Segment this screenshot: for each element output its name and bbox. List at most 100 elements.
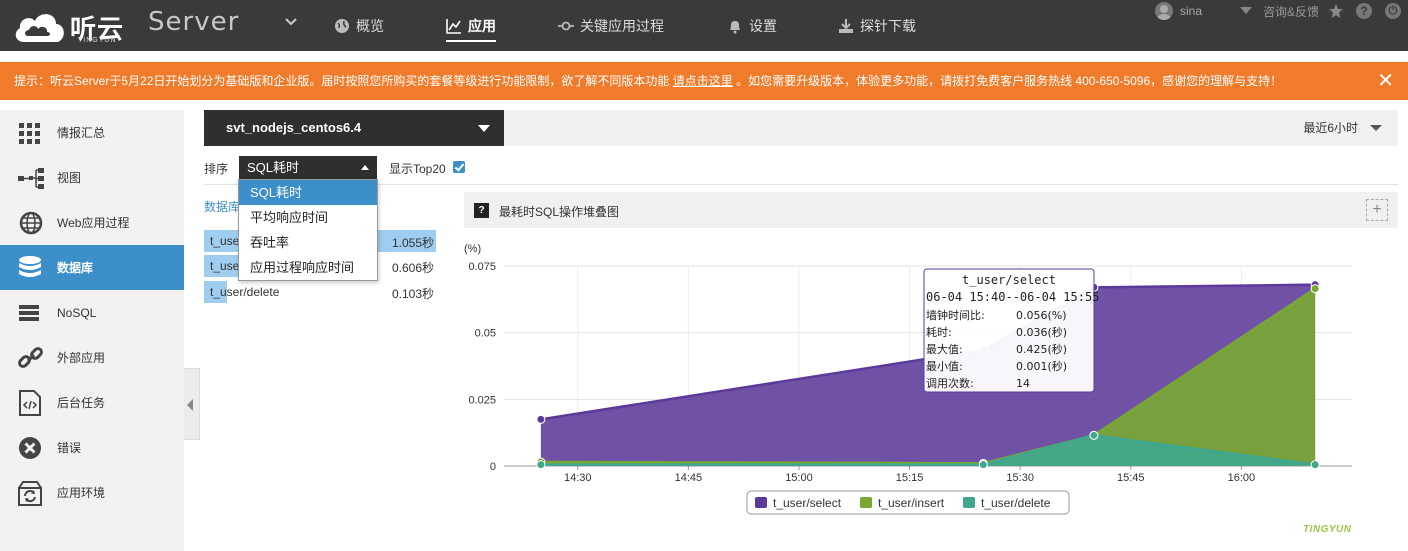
sidebar-item-nosql[interactable]: NoSQL xyxy=(0,290,184,335)
chevron-down-icon[interactable] xyxy=(284,15,298,29)
sidebar-item-label: 外部应用 xyxy=(57,351,106,365)
nav-overview[interactable]: 概览 xyxy=(334,0,384,51)
chart-tooltip: t_user/select 06-04 15:40--06-04 15:55 墙钟时… xyxy=(923,268,1099,393)
db-time-value: 0.103秒 xyxy=(391,287,434,301)
x-tick-label: 14:30 xyxy=(564,472,592,484)
cloud-logo-icon xyxy=(15,14,64,42)
sidebar-item-background-tasks[interactable]: 后台任务 xyxy=(0,380,184,425)
nav-key-processes[interactable]: 关键应用过程 xyxy=(558,0,664,51)
sort-option[interactable]: 应用过程响应时间 xyxy=(239,255,377,280)
app-bar: svt_nodejs_centos6.4 最近6小时 xyxy=(204,110,1398,146)
nav-agent-download-label: 探针下载 xyxy=(860,17,916,34)
tooltip-key: 调用次数: xyxy=(926,376,974,390)
top-navbar: 听云 TINGYUN Server 概览 应用 关键应用过程 设置 探针下载 s… xyxy=(0,0,1408,51)
y-tick-label: 0 xyxy=(490,461,496,473)
legend-label: t_user/delete xyxy=(981,496,1051,510)
sort-label: 排序 xyxy=(204,162,229,176)
sidebar-item-database[interactable]: 数据库 xyxy=(0,245,184,290)
chart-line-icon xyxy=(446,18,461,34)
sidebar-item-environment[interactable]: 应用环境 xyxy=(0,470,184,515)
data-point xyxy=(536,460,546,470)
help-icon[interactable]: ? xyxy=(474,203,489,218)
data-point xyxy=(1310,284,1320,294)
nav-key-processes-label: 关键应用过程 xyxy=(580,17,664,34)
close-icon[interactable]: ✕ xyxy=(1377,62,1394,100)
sidebar-collapse-handle[interactable] xyxy=(184,368,200,440)
product-name[interactable]: Server xyxy=(148,7,239,37)
sort-option[interactable]: SQL耗时 xyxy=(239,180,377,205)
sidebar-item-label: 后台任务 xyxy=(57,396,106,410)
help-circle: ? xyxy=(1356,3,1372,19)
x-tick-label: 15:45 xyxy=(1117,472,1145,484)
sidebar-item-view[interactable]: 视图 xyxy=(0,155,184,200)
tooltip-range: 06-04 15:40--06-04 15:55 xyxy=(926,290,1099,304)
db-list-row[interactable]: t_user/delete 0.103秒 xyxy=(204,281,436,303)
help-icon[interactable]: ? xyxy=(1356,0,1372,22)
username: sina xyxy=(1180,4,1203,18)
tooltip-key: 耗时: xyxy=(926,326,952,339)
legend-swatch xyxy=(963,497,975,508)
user-menu[interactable]: sina xyxy=(1155,0,1202,22)
x-tick-label: 15:30 xyxy=(1006,472,1034,484)
time-range-selector[interactable]: 最近6小时 xyxy=(1303,110,1358,146)
top20-checkbox[interactable] xyxy=(453,161,465,173)
topology-icon xyxy=(18,168,44,189)
tooltip-value: 0.425(秒) xyxy=(1016,342,1067,356)
nav-applications-label: 应用 xyxy=(468,17,496,34)
notice-prefix: 提示：听云Server于5月22日开始划分为基础版和企业版。届时按照您所购买的套… xyxy=(14,74,673,88)
db-time-value: 0.606秒 xyxy=(391,261,434,275)
top20-label: 显示Top20 xyxy=(389,162,446,176)
power-icon[interactable]: ⏻ xyxy=(1385,0,1401,22)
chevron-down-icon[interactable] xyxy=(1370,125,1382,131)
feedback-link[interactable]: 咨询&反馈 xyxy=(1240,0,1319,22)
sidebar: 情报汇总 视图 Web应用过程 数据库 NoSQL 外部应用 后台任务 错误 应… xyxy=(0,110,184,551)
notice-suffix: 。如您需要升级版本，体验更多功能，请拨打免费客户服务热线 400-650-509… xyxy=(732,74,1283,88)
globe-icon xyxy=(335,18,349,33)
y-tick-label: 0.075 xyxy=(468,261,496,273)
legend-swatch xyxy=(755,497,767,508)
data-point xyxy=(1089,430,1099,440)
sidebar-item-label: 数据库 xyxy=(57,261,94,275)
nosql-icon xyxy=(19,305,39,321)
tooltip-key: 最大值: xyxy=(926,342,963,356)
stacked-area-chart[interactable]: 0 0.025 0.05 0.075 14:30 14:45 15:00 15:15 15:30… xyxy=(464,236,1398,536)
sort-option[interactable]: 吞吐率 xyxy=(239,230,377,255)
app-selector[interactable]: svt_nodejs_centos6.4 xyxy=(204,110,504,146)
caret-down-icon xyxy=(1240,7,1252,14)
feedback-label: 咨询&反馈 xyxy=(1263,4,1320,19)
chart-area: 0 0.025 0.05 0.075 14:30 14:45 15:00 15:15 15:30… xyxy=(464,236,1398,536)
x-tick-label: 16:00 xyxy=(1228,472,1256,484)
sidebar-item-errors[interactable]: 错误 xyxy=(0,425,184,470)
tooltip-title: t_user/select xyxy=(962,273,1056,287)
x-tick-label: 15:00 xyxy=(785,472,813,484)
star-icon[interactable] xyxy=(1328,0,1344,22)
download-icon xyxy=(839,18,853,33)
avatar xyxy=(1155,2,1173,20)
sidebar-item-web-process[interactable]: Web应用过程 xyxy=(0,200,184,245)
sidebar-item-external[interactable]: 外部应用 xyxy=(0,335,184,380)
grid-icon xyxy=(19,123,40,144)
nav-applications[interactable]: 应用 xyxy=(446,0,496,51)
nav-agent-download[interactable]: 探针下载 xyxy=(838,0,916,51)
tingyun-logo[interactable]: 听云 TINGYUN xyxy=(12,6,124,46)
data-point xyxy=(1310,460,1320,470)
sidebar-item-summary[interactable]: 情报汇总 xyxy=(0,110,184,155)
expand-button[interactable]: + xyxy=(1366,199,1388,221)
chart-panel-header: ? 最耗时SQL操作堆叠图 + xyxy=(464,192,1398,228)
legend-swatch xyxy=(860,497,872,508)
nav-settings[interactable]: 设置 xyxy=(727,0,777,51)
legend-label: t_user/insert xyxy=(878,496,945,510)
x-tick-label: 14:45 xyxy=(675,472,703,484)
sort-option[interactable]: 平均响应时间 xyxy=(239,205,377,230)
nav-settings-label: 设置 xyxy=(749,17,777,34)
y-tick-label: 0.05 xyxy=(475,328,496,340)
nav-overview-label: 概览 xyxy=(356,17,384,34)
bell-icon xyxy=(730,20,740,33)
sort-select[interactable]: SQL耗时 xyxy=(239,156,377,179)
tooltip-value: 0.036(秒) xyxy=(1016,325,1067,339)
db-list-header[interactable]: 数据库 xyxy=(204,198,240,215)
tooltip-key: 最小值: xyxy=(926,360,963,373)
notice-link[interactable]: 请点击这里 xyxy=(673,74,733,88)
db-time-value: 1.055秒 xyxy=(391,236,434,250)
sort-dropdown: SQL耗时 平均响应时间 吞吐率 应用过程响应时间 xyxy=(238,179,378,281)
